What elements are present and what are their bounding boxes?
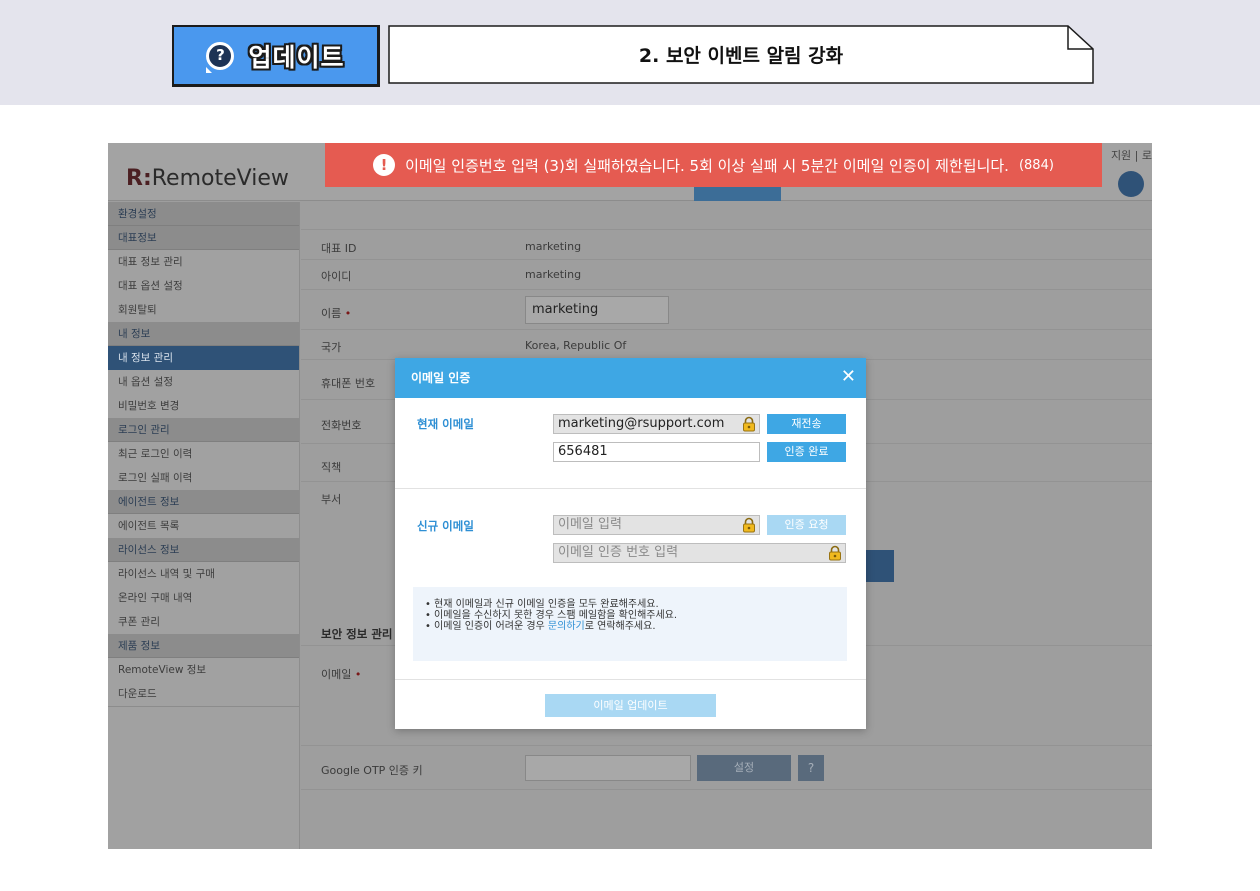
sidebar-section-header[interactable]: 대표정보 <box>108 226 299 250</box>
modal-header: 이메일 인증 ✕ <box>395 358 866 398</box>
sidebar-item[interactable]: 최근 로그인 이력 <box>108 442 299 466</box>
otp-input[interactable] <box>525 755 691 781</box>
header-links[interactable]: 지원 | 로 <box>1111 147 1152 163</box>
current-email-field: marketing@rsupport.com <box>553 414 760 434</box>
country-label: 국가 <box>321 341 342 354</box>
banner-title-box: 2. 보안 이벤트 알림 강화 <box>388 25 1094 84</box>
verify-complete-button[interactable]: 인증 완료 <box>767 442 846 462</box>
logo-text: RemoteView <box>151 166 289 191</box>
id-label: 아이디 <box>321 270 352 283</box>
sidebar-item[interactable]: 로그인 실패 이력 <box>108 466 299 490</box>
otp-label: Google OTP 인증 키 <box>321 764 423 777</box>
new-email-label: 신규 이메일 <box>417 519 474 533</box>
sidebar-section-header[interactable]: 내 정보 <box>108 322 299 346</box>
position-label: 직책 <box>321 461 342 474</box>
mobile-label: 휴대폰 번호 <box>321 377 376 390</box>
sidebar-item[interactable]: 다운로드 <box>108 682 299 706</box>
new-email-input[interactable]: 이메일 입력 <box>553 515 760 535</box>
logo-mark: R: <box>126 166 152 191</box>
sidebar: 환경설정 대표정보 대표 정보 관리 대표 옵션 설정 회원탈퇴 내 정보 내 정보 관리 내… <box>108 202 300 849</box>
request-verification-button[interactable]: 인증 요청 <box>767 515 846 535</box>
current-email-label: 현재 이메일 <box>417 417 474 431</box>
update-badge: ? 업데이트 <box>172 25 380 87</box>
id-row: 아이디 marketing <box>301 260 1152 290</box>
required-mark: • <box>344 307 352 320</box>
email-label: 이메일 • <box>321 668 362 681</box>
sidebar-item[interactable]: 내 정보 관리 <box>108 346 299 370</box>
sidebar-item[interactable]: RemoteView 정보 <box>108 658 299 682</box>
note-item: 이메일을 수신하지 못한 경우 스팸 메일함을 확인해주세요. <box>425 610 847 621</box>
sidebar-item[interactable]: 온라인 구매 내역 <box>108 586 299 610</box>
modal-title: 이메일 인증 <box>411 371 471 385</box>
sidebar-item[interactable]: 회원탈퇴 <box>108 298 299 322</box>
alert-code: (884) <box>1018 157 1054 173</box>
modal-footer-divider <box>395 679 866 680</box>
update-badge-label: 업데이트 <box>248 42 345 72</box>
sidebar-item[interactable]: 내 옵션 설정 <box>108 370 299 394</box>
contact-link[interactable]: 문의하기 <box>548 621 585 632</box>
lock-icon <box>829 545 841 561</box>
security-section-title: 보안 정보 관리 <box>321 627 393 641</box>
rep-id-value: marketing <box>525 240 582 253</box>
close-icon[interactable]: ✕ <box>841 358 856 396</box>
sidebar-item[interactable]: 대표 옵션 설정 <box>108 274 299 298</box>
lock-icon <box>743 416 755 432</box>
rep-id-label: 대표 ID <box>321 242 357 255</box>
otp-help-button[interactable]: ? <box>798 755 824 781</box>
sidebar-section-header[interactable]: 제품 정보 <box>108 634 299 658</box>
sidebar-section-header[interactable]: 환경설정 <box>108 202 299 226</box>
lock-icon <box>743 517 755 533</box>
sidebar-item[interactable]: 쿠폰 관리 <box>108 610 299 634</box>
email-verification-modal: 이메일 인증 ✕ 현재 이메일 marketing@rsupport.com 재… <box>395 358 866 729</box>
top-banner: ? 업데이트 2. 보안 이벤트 알림 강화 <box>0 0 1260 105</box>
banner-title: 2. 보안 이벤트 알림 강화 <box>638 45 844 67</box>
phone-label: 전화번호 <box>321 419 362 432</box>
sidebar-section-header[interactable]: 라이선스 정보 <box>108 538 299 562</box>
name-input[interactable]: marketing <box>525 296 669 324</box>
new-email-code-input[interactable]: 이메일 인증 번호 입력 <box>553 543 846 563</box>
otp-row: Google OTP 인증 키 설정 ? <box>301 746 1152 790</box>
email-update-button[interactable]: 이메일 업데이트 <box>545 694 716 717</box>
sidebar-item[interactable]: 에이전트 목록 <box>108 514 299 538</box>
note-item: 이메일 인증이 어려운 경우 문의하기로 연락해주세요. <box>425 621 847 632</box>
name-row: 이름 • marketing <box>301 290 1152 330</box>
modal-divider <box>395 488 866 489</box>
sidebar-menu: 환경설정 대표정보 대표 정보 관리 대표 옵션 설정 회원탈퇴 내 정보 내 정보 관리 내… <box>108 202 299 706</box>
rep-id-row: 대표 ID marketing <box>301 230 1152 260</box>
sidebar-item[interactable]: 대표 정보 관리 <box>108 250 299 274</box>
dept-label: 부서 <box>321 493 342 506</box>
id-value: marketing <box>525 268 582 281</box>
remoteview-logo[interactable]: R:RemoteView <box>126 166 289 191</box>
sidebar-section-header[interactable]: 로그인 관리 <box>108 418 299 442</box>
name-label: 이름 • <box>321 307 352 320</box>
country-row: 국가 Korea, Republic Of <box>301 330 1152 360</box>
form-top-row <box>301 202 1152 230</box>
exclamation-icon: ! <box>373 154 396 176</box>
resend-button[interactable]: 재전송 <box>767 414 846 434</box>
notes-box: 현재 이메일과 신규 이메일 인증을 모두 완료해주세요. 이메일을 수신하지 … <box>413 587 847 661</box>
sidebar-end <box>108 706 299 716</box>
error-alert: ! 이메일 인증번호 입력 (3)회 실패하였습니다. 5회 이상 실패 시 5… <box>325 143 1102 187</box>
otp-setup-button[interactable]: 설정 <box>697 755 791 781</box>
question-bubble-icon: ? <box>206 41 235 73</box>
sidebar-item[interactable]: 비밀번호 변경 <box>108 394 299 418</box>
avatar[interactable] <box>1118 171 1144 197</box>
note-item: 현재 이메일과 신규 이메일 인증을 모두 완료해주세요. <box>425 599 847 610</box>
country-value: Korea, Republic Of <box>525 339 627 352</box>
sidebar-section-header[interactable]: 에이전트 정보 <box>108 490 299 514</box>
required-mark: • <box>354 668 362 681</box>
verification-code-input[interactable]: 656481 <box>553 442 760 462</box>
alert-message: 이메일 인증번호 입력 (3)회 실패하였습니다. 5회 이상 실패 시 5분간… <box>405 156 1009 175</box>
sidebar-item[interactable]: 라이선스 내역 및 구매 <box>108 562 299 586</box>
